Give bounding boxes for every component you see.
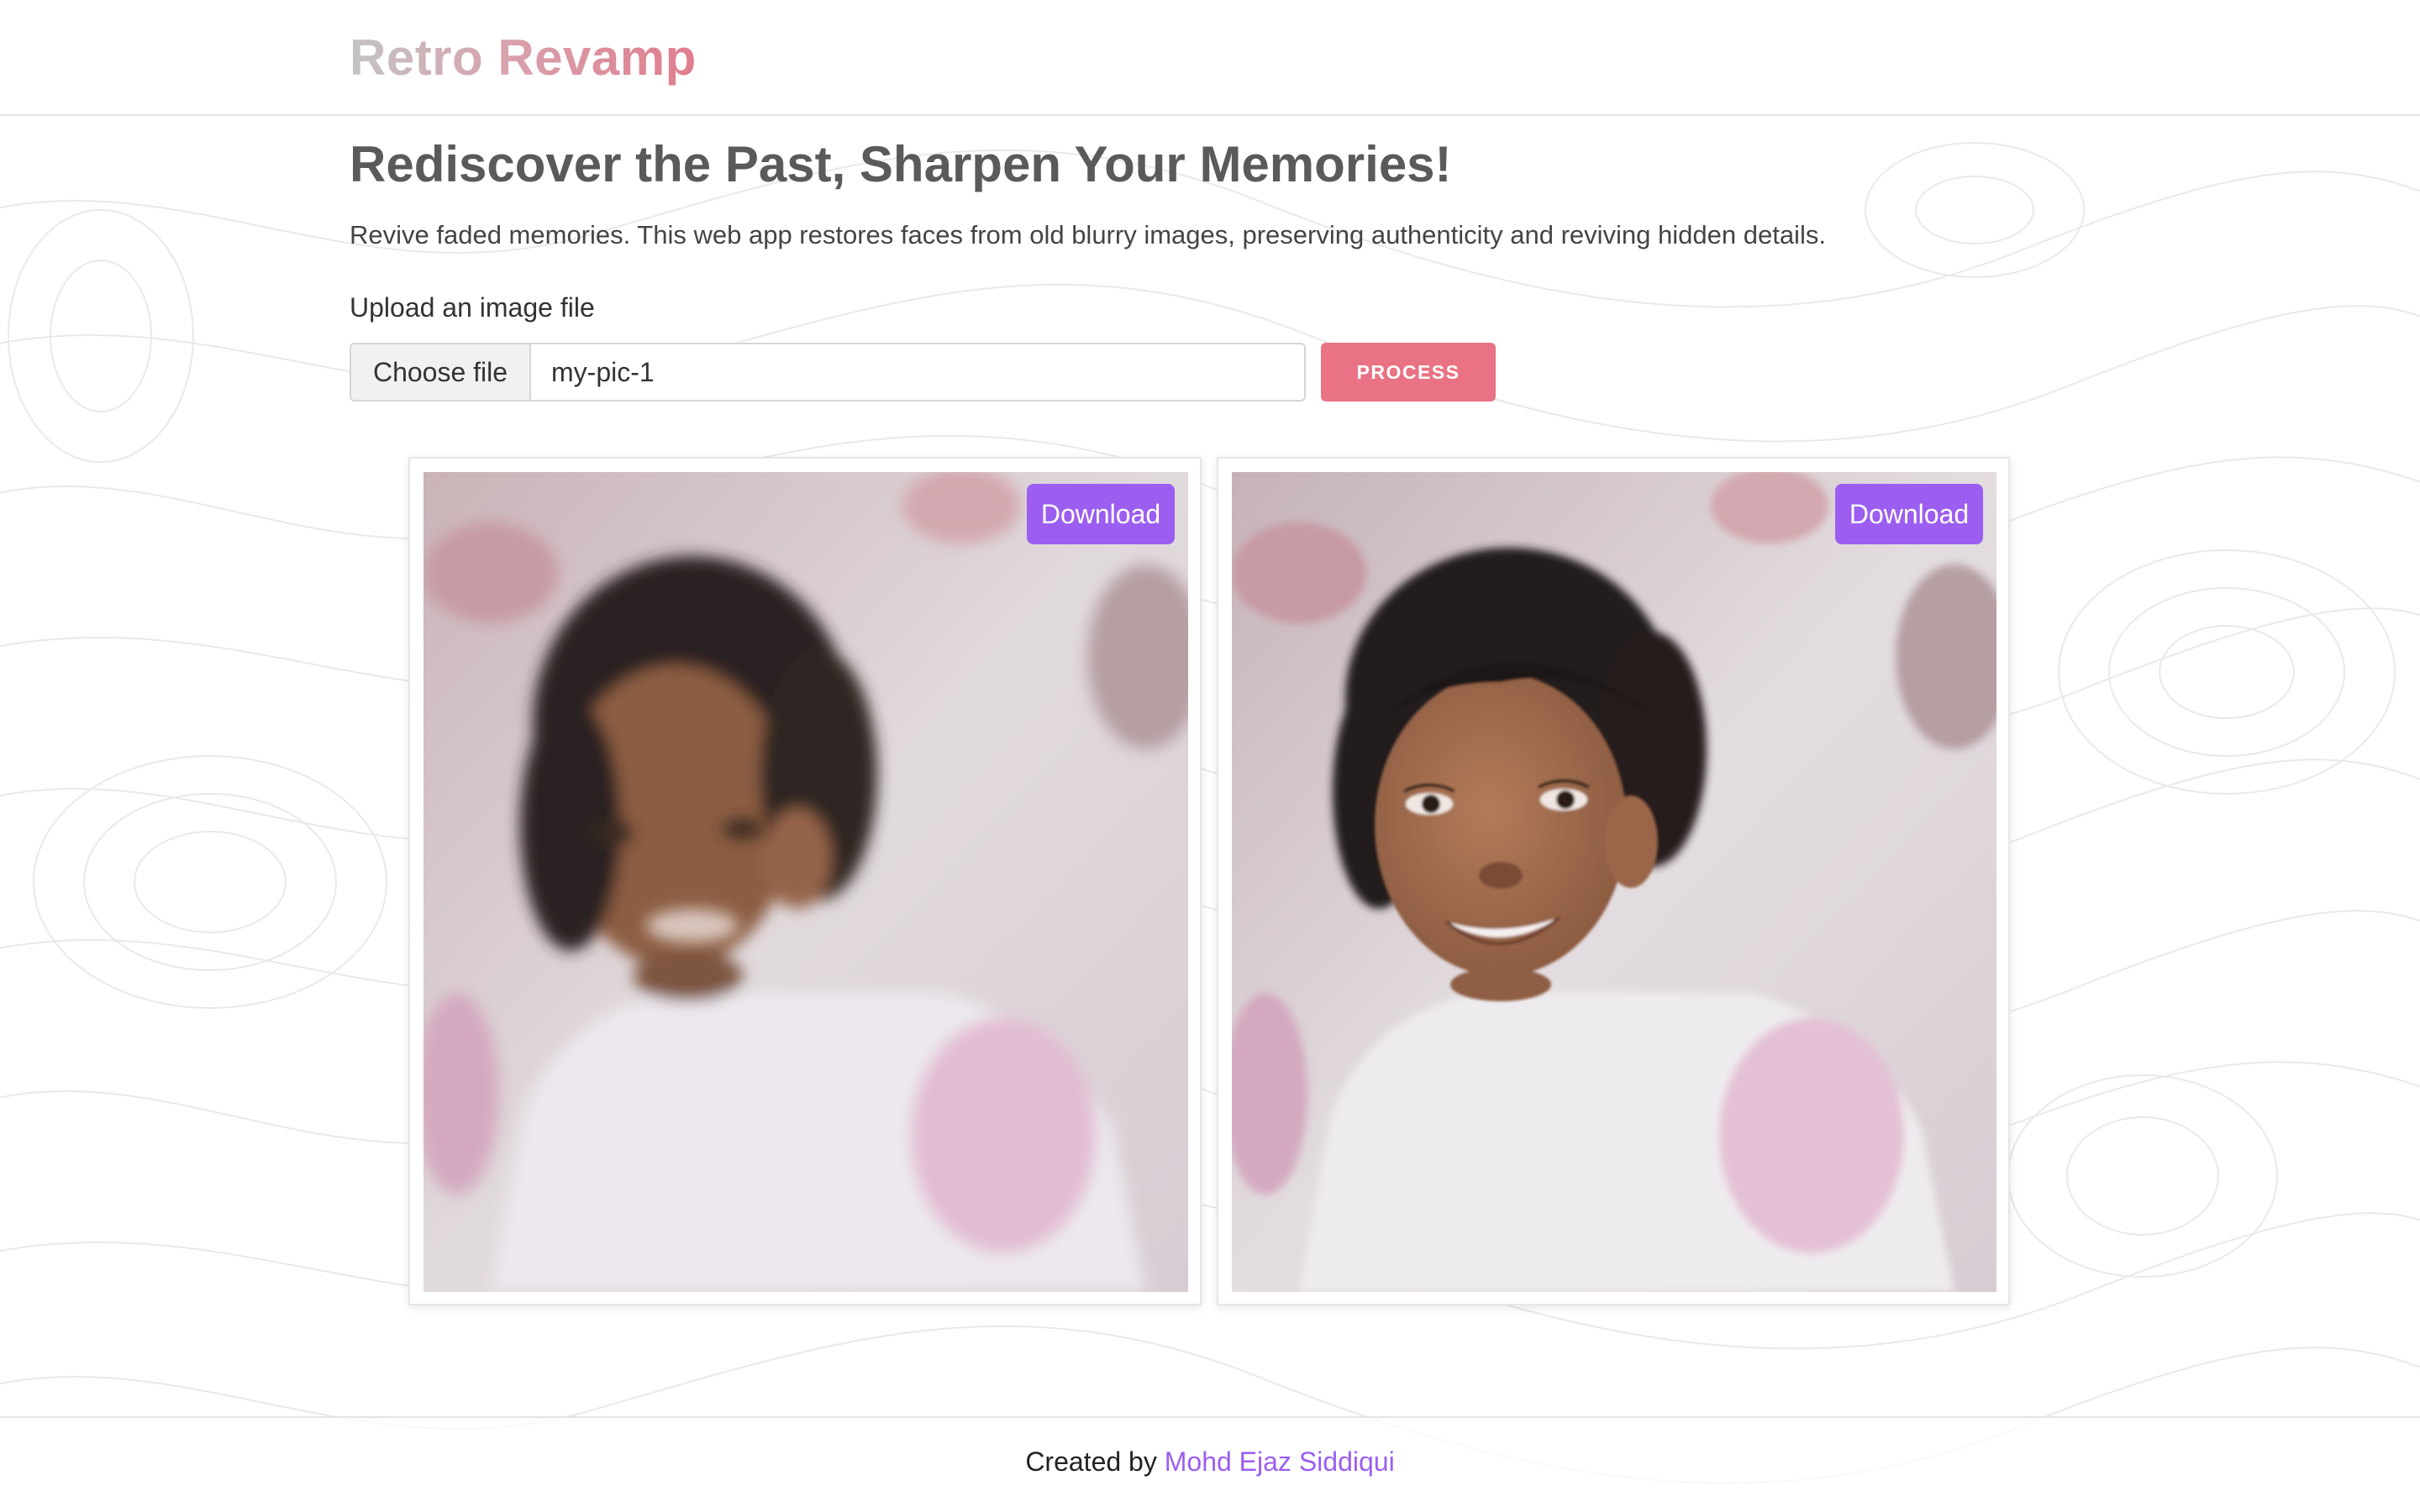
app-page: Retro Revamp Rediscover the Past, Sharpe… [0,0,2420,1512]
choose-file-button[interactable]: Choose file [351,344,531,400]
download-original-button[interactable]: Download [1027,484,1175,544]
restored-photo [1232,472,1996,1292]
selected-file-name: my-pic-1 [551,356,655,387]
brand-logo[interactable]: Retro Revamp [350,29,697,87]
page-footer: Created by Mohd Ejaz Siddiqui [0,1416,2420,1512]
top-navbar: Retro Revamp [0,0,2420,116]
footer-prefix: Created by [1025,1446,1157,1477]
download-restored-button[interactable]: Download [1835,484,1983,544]
page-headline: Rediscover the Past, Sharpen Your Memori… [350,136,1452,192]
restored-image-card: Download [1217,457,2010,1305]
page-tagline: Revive faded memories. This web app rest… [350,220,1826,249]
footer-credit: Created by Mohd Ejaz Siddiqui [0,1446,2420,1478]
upload-label: Upload an image file [350,292,595,323]
original-photo [424,472,1188,1292]
process-button[interactable]: PROCESS [1321,343,1496,402]
file-input[interactable]: Choose file my-pic-1 [350,343,1306,402]
author-link[interactable]: Mohd Ejaz Siddiqui [1165,1446,1395,1477]
original-image-card: Download [408,457,1202,1305]
